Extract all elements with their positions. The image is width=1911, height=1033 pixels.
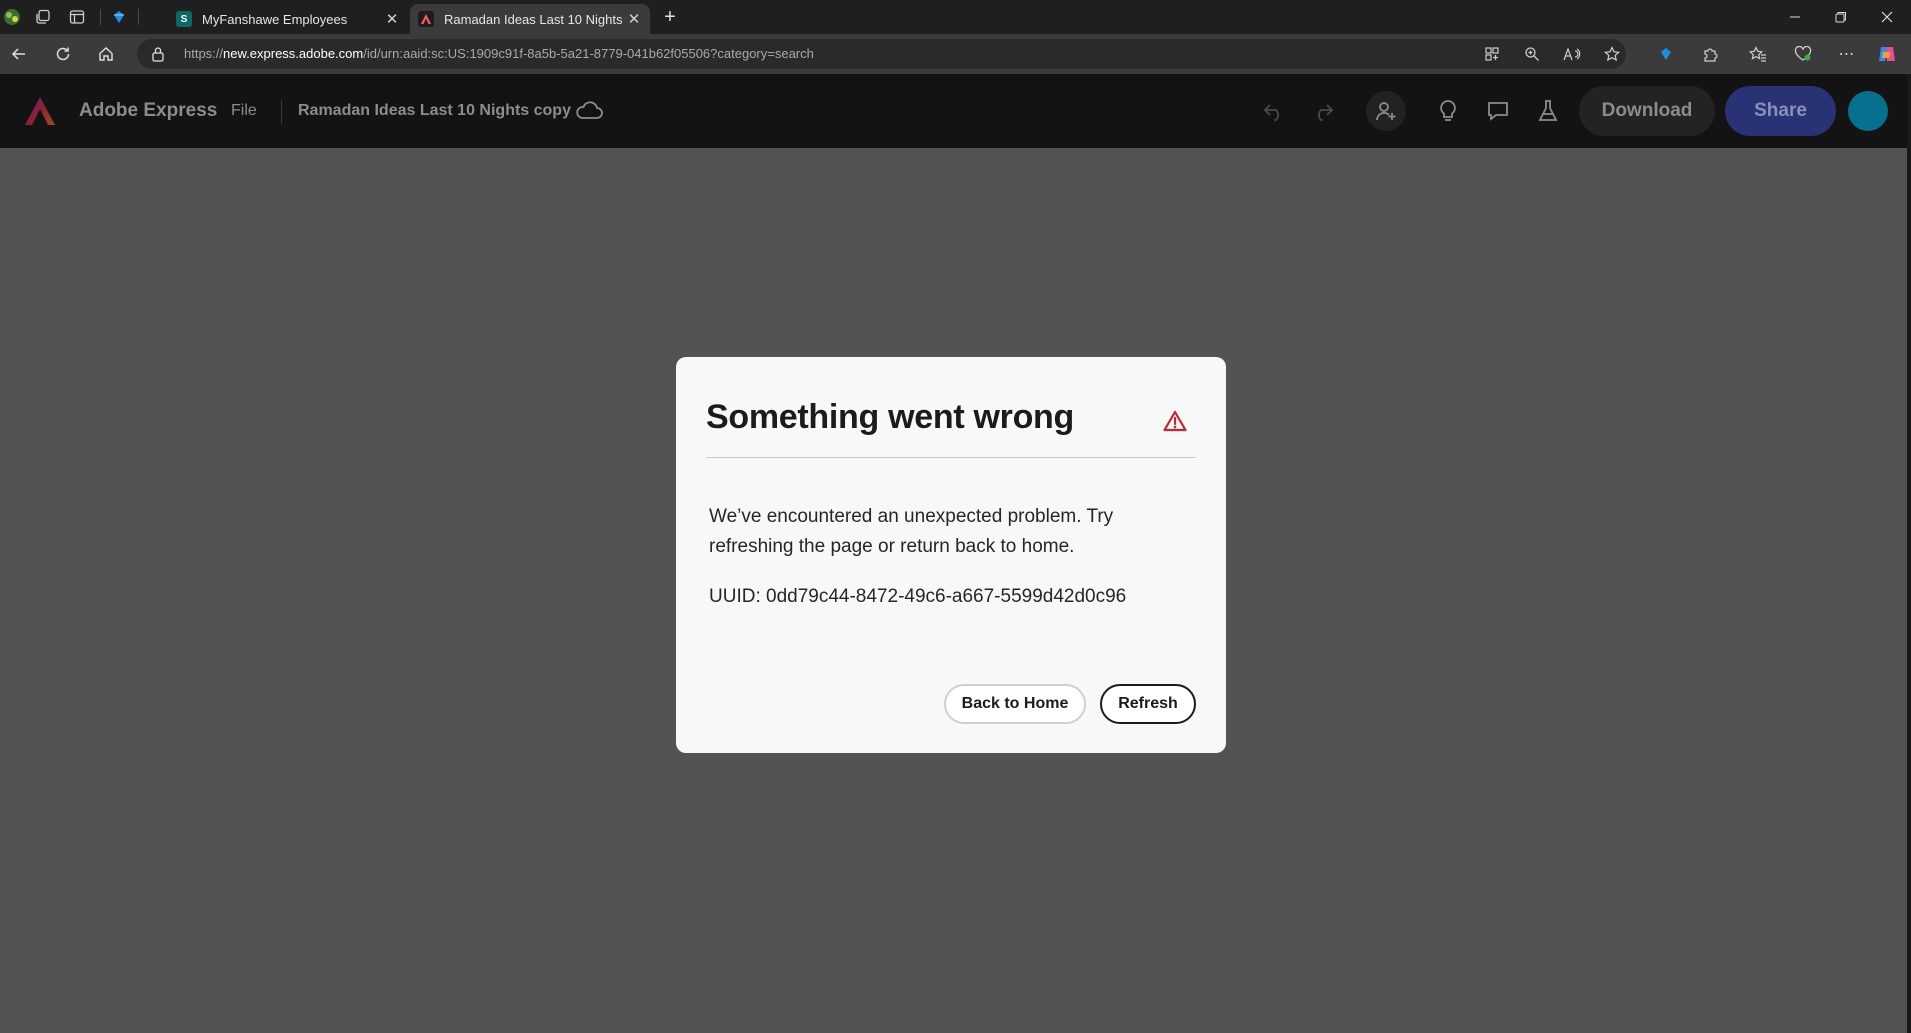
file-menu[interactable]: File (231, 102, 257, 120)
brand-name[interactable]: Adobe Express (79, 100, 217, 122)
app-header: Adobe Express File Ramadan Ideas Last 10… (0, 74, 1907, 148)
favorite-star-icon[interactable] (1602, 45, 1622, 63)
adobe-express-icon (418, 11, 434, 27)
dialog-title: Something went wrong (706, 398, 1074, 436)
error-dialog: Something went wrong We’ve encountered a… (676, 357, 1226, 753)
adobe-express-logo-icon[interactable] (24, 96, 56, 131)
close-window-icon[interactable] (1865, 0, 1909, 34)
copilot-icon[interactable] (1876, 43, 1898, 65)
header-divider (281, 100, 282, 124)
share-button[interactable]: Share (1725, 86, 1836, 136)
comment-icon[interactable] (1483, 96, 1513, 126)
url-host: new.express.adobe.com (223, 46, 364, 61)
browser-tab-strip: S MyFanshawe Employees ✕ Ramadan Ideas L… (0, 0, 1911, 34)
lock-icon[interactable] (151, 46, 165, 67)
zoom-icon[interactable] (1522, 45, 1542, 63)
document-title[interactable]: Ramadan Ideas Last 10 Nights copy (298, 102, 571, 120)
favorites-icon[interactable] (1747, 43, 1769, 65)
scrollbar[interactable] (1907, 74, 1911, 1033)
error-uuid: UUID: 0dd79c44-8472-49c6-a667-5599d42d0c… (709, 586, 1127, 607)
reload-icon[interactable] (51, 42, 75, 66)
restore-icon[interactable] (1819, 0, 1863, 34)
url-text: https://new.express.adobe.com/id/urn:aai… (184, 46, 814, 61)
app-available-icon[interactable] (1482, 45, 1502, 63)
browser-essentials-icon[interactable] (1792, 43, 1814, 65)
undo-icon[interactable] (1259, 96, 1289, 126)
dialog-message: We’ve encountered an unexpected problem.… (709, 506, 1114, 557)
download-button[interactable]: Download (1579, 86, 1715, 136)
tab-actions-icon[interactable] (67, 7, 87, 27)
url-prefix: https:// (184, 46, 224, 61)
url-path: /id/urn:aaid:sc:US:1909c91f-8a5b-5a21-87… (363, 46, 814, 61)
lightbulb-icon[interactable] (1433, 96, 1463, 126)
close-tab-icon[interactable]: ✕ (382, 10, 402, 28)
home-icon[interactable] (94, 42, 118, 66)
tab-ramadan-ideas[interactable]: Ramadan Ideas Last 10 Nights copy ✕ (410, 4, 650, 34)
address-bar[interactable]: https://new.express.adobe.com/id/urn:aai… (137, 39, 1626, 69)
pinned-tab-icon[interactable] (109, 7, 129, 27)
invite-user-icon[interactable] (1366, 91, 1406, 131)
avatar[interactable] (1848, 91, 1888, 131)
workspaces-icon[interactable] (33, 7, 53, 27)
new-tab-button[interactable]: + (660, 6, 680, 28)
alert-triangle-icon (1163, 410, 1187, 437)
dialog-divider (706, 457, 1196, 458)
profile-icon[interactable] (2, 7, 22, 27)
cloud-sync-icon[interactable] (575, 99, 603, 128)
extension-gem-icon[interactable] (1655, 43, 1677, 65)
close-tab-icon[interactable]: ✕ (624, 10, 644, 28)
redo-icon[interactable] (1308, 96, 1338, 126)
browser-toolbar: https://new.express.adobe.com/id/urn:aai… (0, 34, 1911, 74)
flask-icon[interactable] (1533, 96, 1563, 126)
sharepoint-icon: S (176, 11, 192, 27)
back-arrow-icon[interactable] (7, 42, 31, 66)
minimize-icon[interactable] (1773, 0, 1817, 34)
more-options-icon[interactable]: ⋯ (1836, 43, 1858, 65)
read-aloud-icon[interactable] (1562, 45, 1582, 63)
extensions-puzzle-icon[interactable] (1699, 43, 1721, 65)
tab-title: Ramadan Ideas Last 10 Nights copy (444, 11, 624, 27)
back-to-home-button[interactable]: Back to Home (944, 684, 1086, 724)
tab-myfanshawe[interactable]: S MyFanshawe Employees ✕ (168, 4, 408, 34)
tab-title: MyFanshawe Employees (202, 11, 348, 27)
refresh-button[interactable]: Refresh (1100, 684, 1196, 724)
